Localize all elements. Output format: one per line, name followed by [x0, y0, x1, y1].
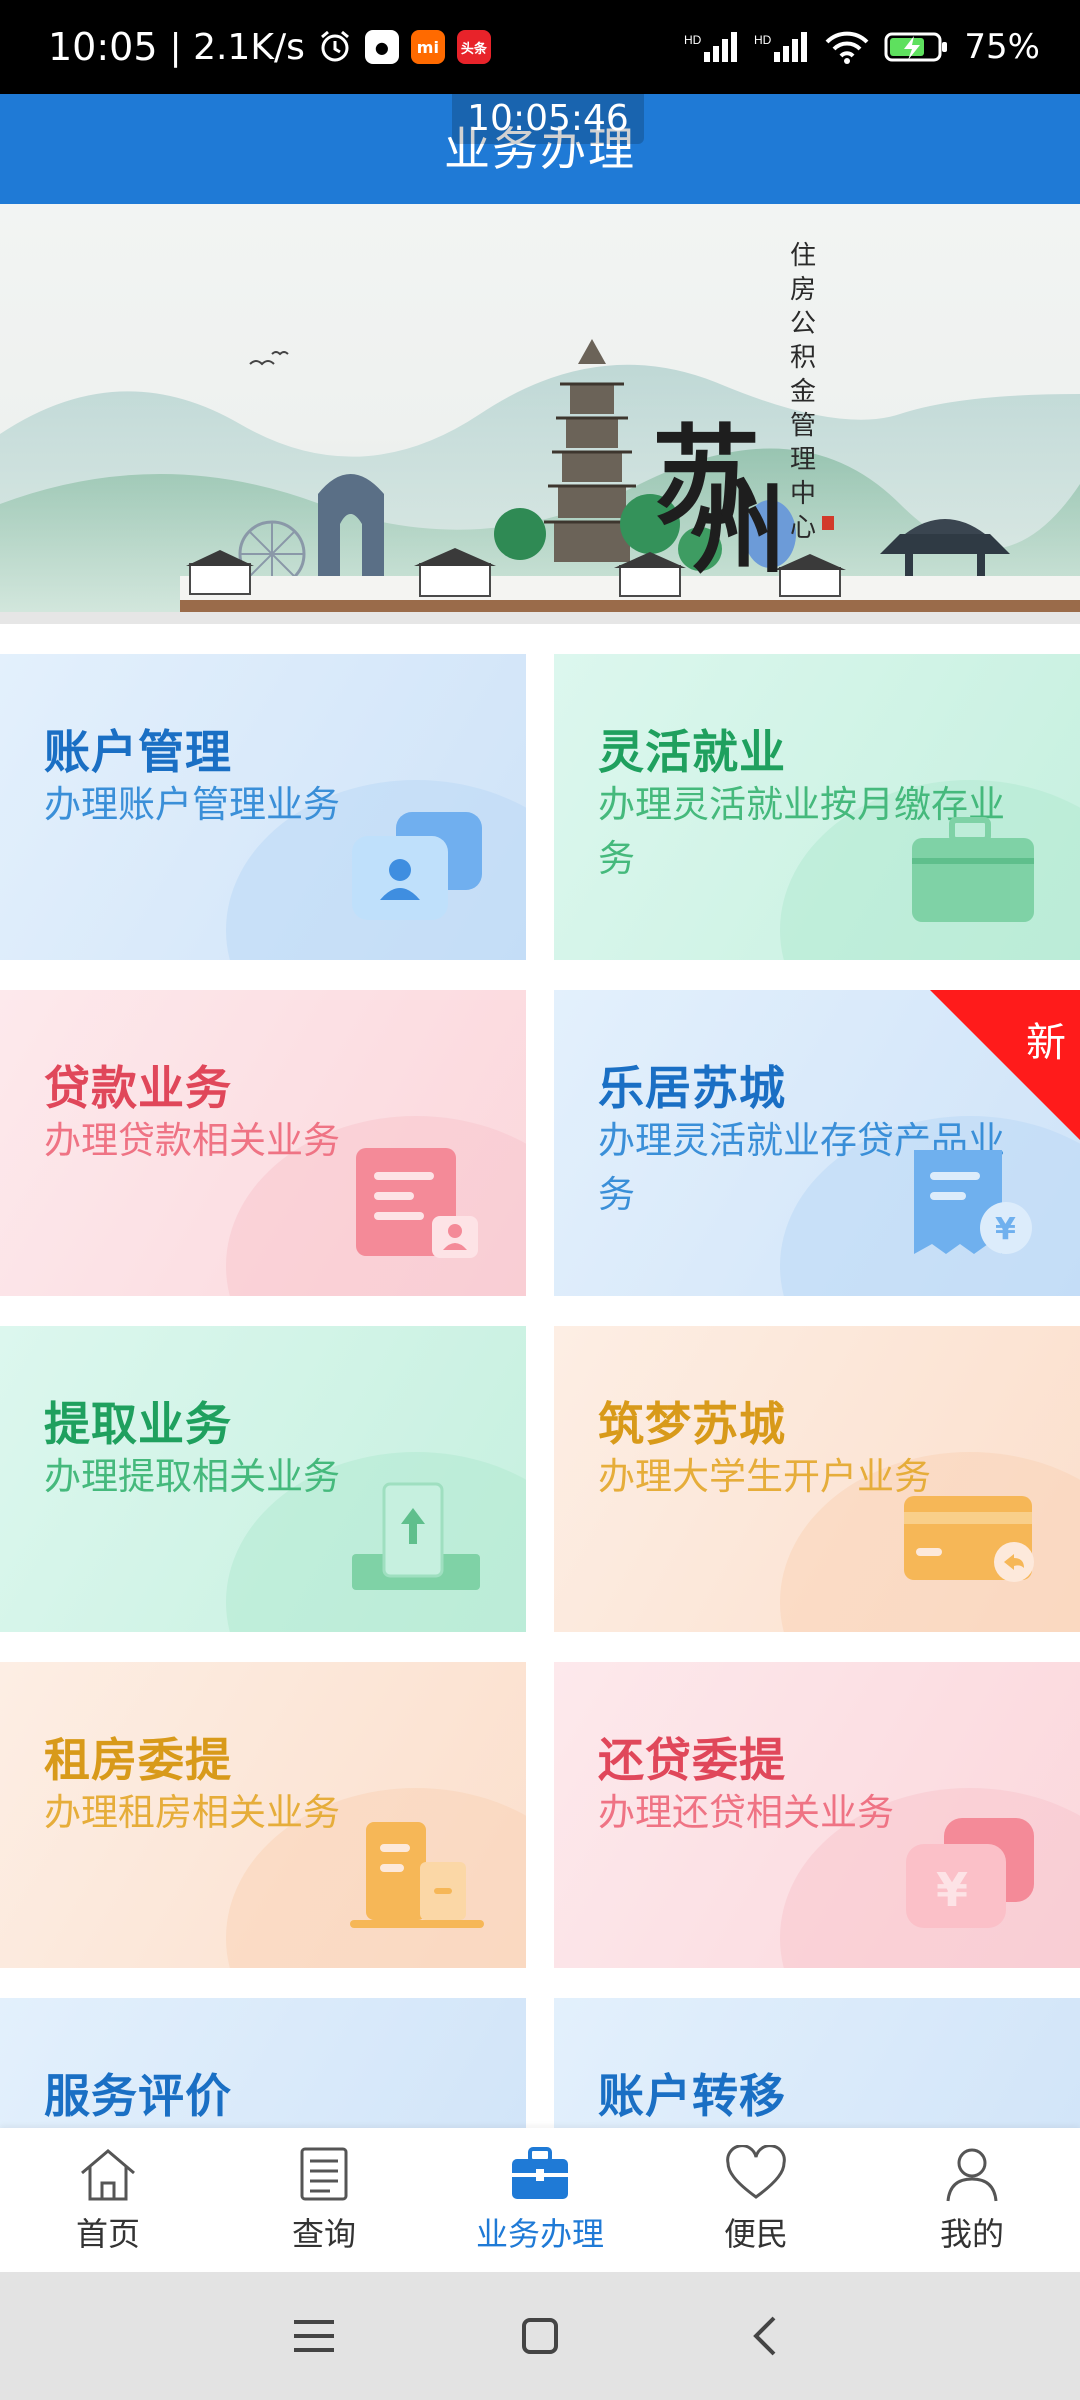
- card-title: 租房委提: [44, 1733, 232, 1787]
- card-title: 贷款业务: [44, 1061, 232, 1115]
- nav-home[interactable]: 首页: [0, 2128, 216, 2272]
- nav-mine[interactable]: 我的: [864, 2128, 1080, 2272]
- card-repay-withdrawal[interactable]: 还贷委提 办理还贷相关业务 ¥: [554, 1662, 1080, 1968]
- nav-label: 查询: [291, 2215, 356, 2253]
- app-notification-icon: ●: [364, 30, 399, 64]
- toutiao-app-icon: 头条: [456, 30, 491, 64]
- status-time: 10:05: [48, 25, 158, 69]
- card-loan-business[interactable]: 贷款业务 办理贷款相关业务: [0, 990, 526, 1296]
- building-icon: [350, 1822, 484, 1928]
- card-title: 灵活就业: [598, 725, 786, 779]
- card-rent-withdrawal[interactable]: 租房委提 办理租房相关业务: [0, 1662, 526, 1968]
- nav-label: 业务办理: [475, 2215, 604, 2253]
- bank-card-icon: [904, 1496, 1034, 1582]
- svg-text:心: 心: [790, 513, 816, 543]
- card-flexible-employment[interactable]: 灵活就业 办理灵活就业按月缴存业务: [554, 654, 1080, 960]
- alarm-icon: [317, 29, 353, 65]
- card-title: 提取业务: [44, 1397, 232, 1451]
- document-icon: [300, 2147, 348, 2201]
- network-speed: | 2.1K/s: [169, 26, 305, 68]
- card-title: 账户转移: [598, 2069, 786, 2123]
- suzhou-skyline-illustration: 苏 州 住房公积金管理中心: [0, 241, 1080, 624]
- nav-convenience[interactable]: 便民: [648, 2128, 864, 2272]
- banner-image[interactable]: 苏 州 住房公积金管理中心: [0, 204, 1080, 624]
- card-withdrawal[interactable]: 提取业务 办理提取相关业务: [0, 1326, 526, 1632]
- svg-text:¥: ¥: [936, 1863, 968, 1917]
- card-account-management[interactable]: 账户管理 办理账户管理业务: [0, 654, 526, 960]
- receipt-yuan-icon: ¥: [914, 1150, 1032, 1254]
- svg-text:住: 住: [790, 241, 816, 271]
- loan-document-icon: [356, 1148, 478, 1258]
- card-title: 账户管理: [44, 725, 232, 779]
- svg-text:管: 管: [790, 411, 816, 441]
- nav-query[interactable]: 查询: [216, 2128, 432, 2272]
- svg-text:中: 中: [790, 479, 816, 509]
- card-title: 服务评价: [44, 2069, 232, 2123]
- battery-level: 75%: [964, 27, 1040, 67]
- signal-icon: HD: [684, 30, 740, 64]
- card-lejusucheng[interactable]: 乐居苏城 办理灵活就业存贷产品业务 ¥ 新: [554, 990, 1080, 1296]
- card-title: 筑梦苏城: [598, 1397, 786, 1451]
- withdraw-icon: [352, 1482, 480, 1590]
- home-square-icon[interactable]: [512, 2308, 568, 2364]
- wifi-icon: [824, 30, 870, 64]
- bottom-nav: 首页 查询 业务办理 便民 我的: [0, 2128, 1080, 2272]
- briefcase-icon: [512, 2147, 568, 2199]
- svg-text:州: 州: [690, 474, 786, 587]
- nav-label: 我的: [939, 2215, 1004, 2253]
- app-header: 业务办理 10:05:46: [0, 94, 1080, 204]
- mi-app-icon: mi: [410, 30, 445, 64]
- new-badge: 新: [930, 990, 1080, 1140]
- svg-text:公: 公: [790, 309, 816, 339]
- nav-label: 便民: [723, 2215, 788, 2253]
- system-nav-bar: [0, 2272, 1080, 2400]
- card-title: 乐居苏城: [598, 1061, 786, 1115]
- user-icon: [946, 2148, 998, 2202]
- back-icon[interactable]: [738, 2308, 794, 2364]
- battery-charging-icon: [884, 30, 950, 64]
- nav-business[interactable]: 业务办理: [432, 2128, 648, 2272]
- nav-label: 首页: [75, 2215, 140, 2253]
- svg-text:理: 理: [790, 445, 816, 475]
- heart-icon: [726, 2145, 786, 2199]
- repay-yuan-icon: ¥: [906, 1818, 1034, 1928]
- account-card-icon: [352, 812, 482, 920]
- svg-text:积: 积: [790, 343, 816, 373]
- svg-text:¥: ¥: [995, 1212, 1016, 1247]
- svg-text:金: 金: [790, 377, 816, 407]
- card-title: 还贷委提: [598, 1733, 786, 1787]
- svg-text:房: 房: [790, 275, 816, 305]
- overlay-clock: 10:05:46: [452, 94, 644, 144]
- briefcase-icon: [912, 817, 1034, 922]
- svg-text:HD: HD: [684, 33, 702, 47]
- signal-icon-2: HD: [754, 30, 810, 64]
- menu-icon[interactable]: [286, 2308, 342, 2364]
- card-zhumengsucheng[interactable]: 筑梦苏城 办理大学生开户业务: [554, 1326, 1080, 1632]
- new-badge-text: 新: [1026, 1020, 1066, 1066]
- home-icon: [81, 2149, 135, 2201]
- status-bar: 10:05 | 2.1K/s ● mi 头条 HD HD 75%: [0, 0, 1080, 94]
- svg-text:HD: HD: [754, 33, 772, 47]
